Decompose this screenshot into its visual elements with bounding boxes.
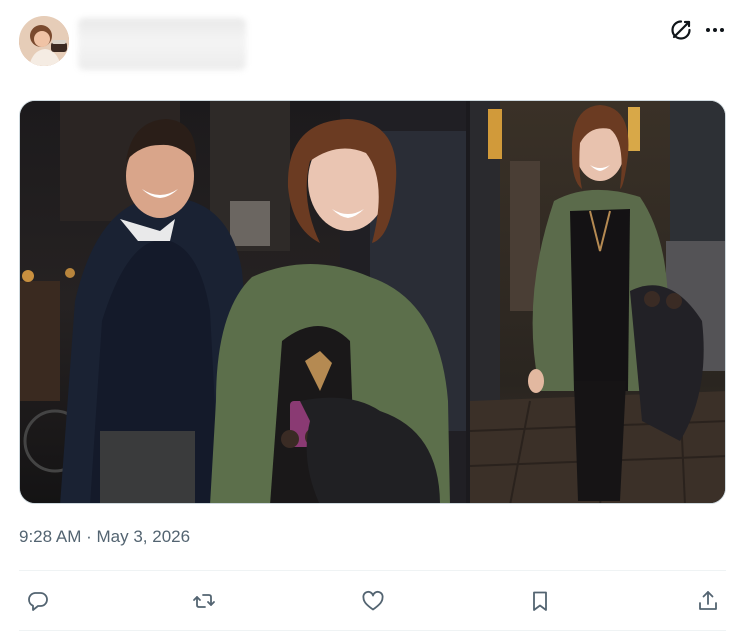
more-button[interactable] <box>702 17 728 43</box>
bookmark-icon <box>533 591 547 611</box>
author-name-blurred <box>78 18 246 70</box>
heart-icon <box>362 590 384 611</box>
divider-top <box>19 570 726 571</box>
repost-button[interactable] <box>189 586 219 616</box>
repost-icon <box>193 594 215 608</box>
bookmark-button[interactable] <box>525 586 555 616</box>
share-button[interactable] <box>693 586 723 616</box>
share-icon <box>699 591 717 610</box>
grok-button[interactable] <box>668 17 694 43</box>
divider-bottom <box>19 630 726 631</box>
timestamp-date[interactable]: May 3, 2026 <box>97 527 191 546</box>
timestamp-separator: · <box>86 527 92 546</box>
avatar[interactable] <box>19 16 69 66</box>
reply-icon <box>28 592 48 611</box>
more-horizontal-icon <box>706 28 724 32</box>
photo-couple-street <box>20 101 466 503</box>
reply-button[interactable] <box>23 586 53 616</box>
photo-woman-restaurant <box>470 101 725 503</box>
post-timestamp[interactable]: 9:28 AM · May 3, 2026 <box>19 527 190 547</box>
grok-icon <box>671 20 691 40</box>
like-button[interactable] <box>358 586 388 616</box>
post-media <box>19 100 726 504</box>
media-photo-right[interactable] <box>470 101 725 503</box>
media-photo-left[interactable] <box>20 101 466 503</box>
profile-avatar-icon <box>19 16 69 66</box>
post-header <box>0 0 746 80</box>
timestamp-time[interactable]: 9:28 AM <box>19 527 81 546</box>
action-bar <box>0 572 746 628</box>
